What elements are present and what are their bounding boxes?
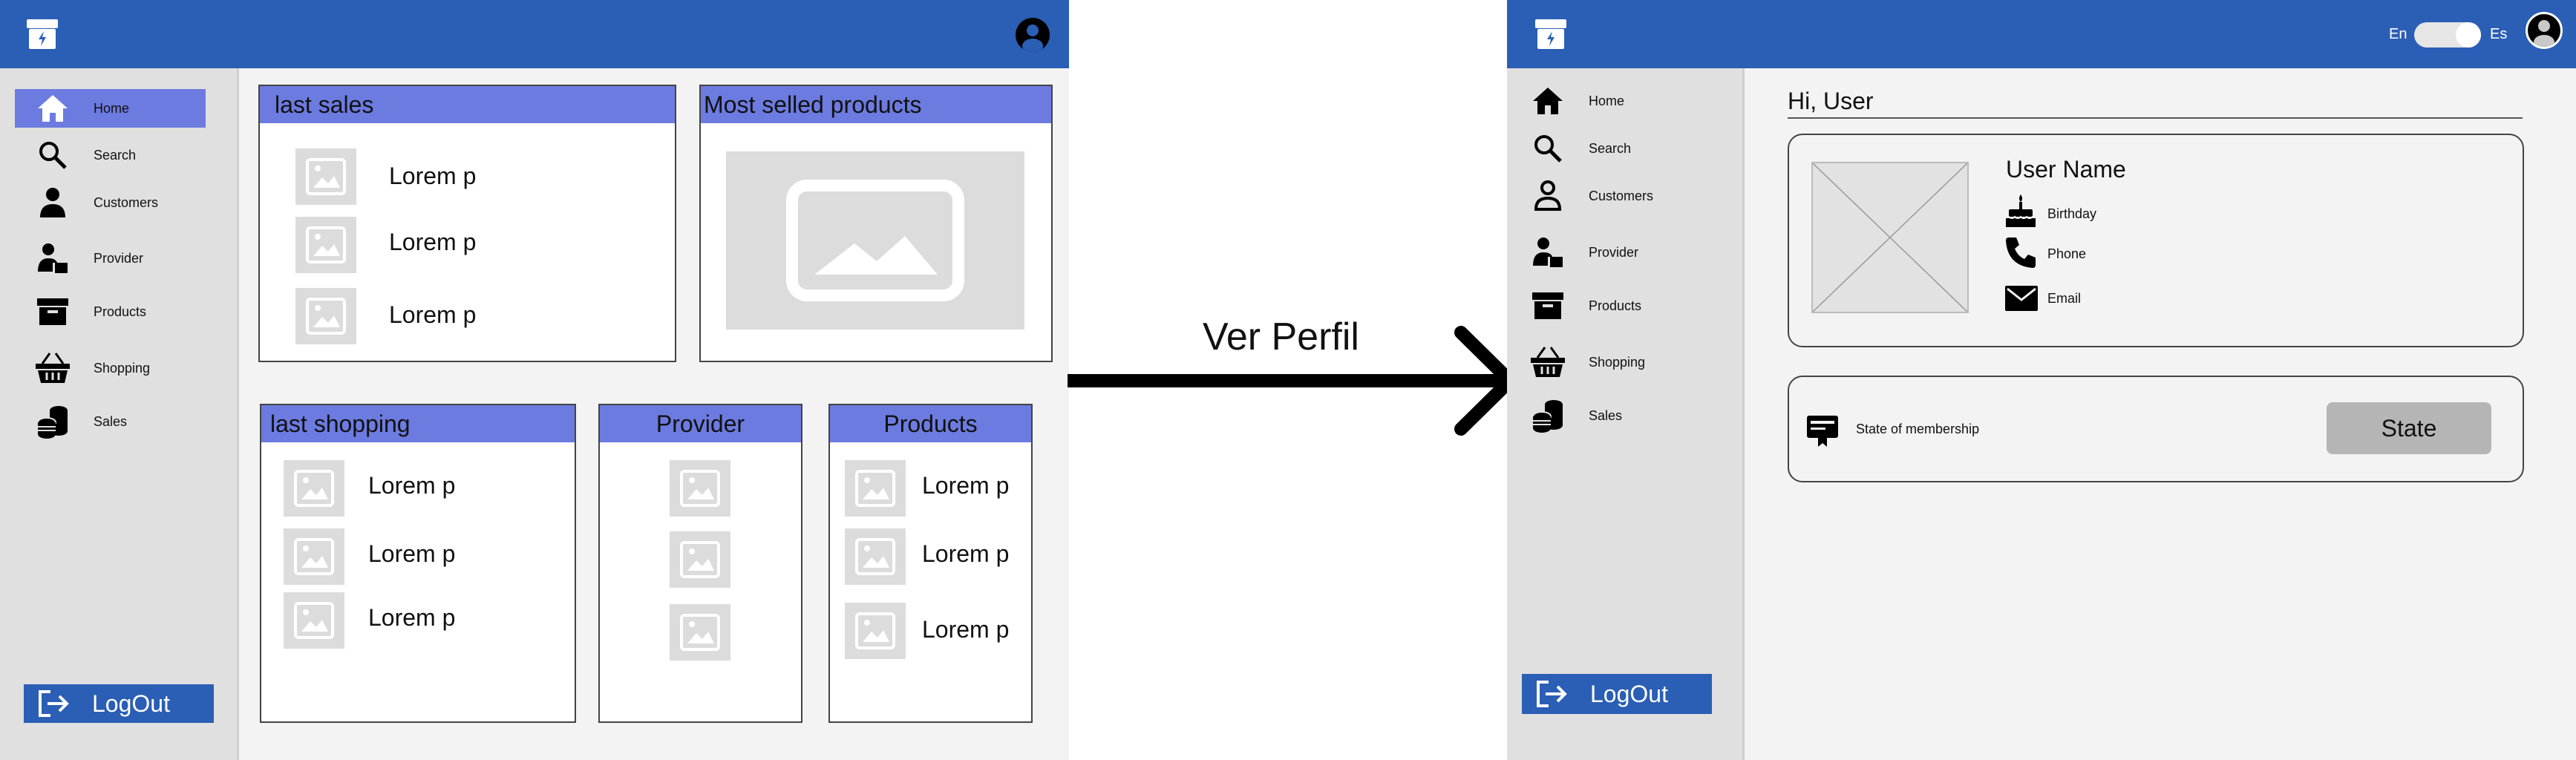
most-selled-products-card: Most selled products <box>699 85 1053 362</box>
list-item: Lorem p <box>389 163 477 189</box>
list-item: Lorem p <box>922 540 1010 567</box>
membership-card-icon <box>1805 414 1840 452</box>
envelope-icon <box>2004 285 2039 315</box>
image-placeholder-icon <box>726 151 1024 330</box>
archive-box-icon <box>34 295 71 329</box>
image-placeholder-icon <box>295 148 356 205</box>
app-logo-icon[interactable] <box>1534 16 1568 50</box>
dashboard-main: last sales Lorem p Lorem p Lorem p Most … <box>239 68 1069 760</box>
sidebar-item-customers[interactable]: Customers <box>1529 177 1653 215</box>
birthday-label: Birthday <box>2047 206 2097 221</box>
sidebar-item-provider[interactable]: Provider <box>1529 233 1638 272</box>
provider-card: Provider <box>598 404 802 723</box>
membership-label: State of membership <box>1856 422 1980 436</box>
image-placeholder-icon <box>295 217 356 273</box>
logout-icon <box>1535 680 1569 708</box>
coins-icon <box>34 404 71 439</box>
sidebar-item-provider[interactable]: Provider <box>15 239 143 278</box>
coins-icon <box>1529 399 1566 433</box>
logout-button[interactable]: LogOut <box>24 684 214 723</box>
sidebar: Home Search Customers Provider Products … <box>1507 68 1745 760</box>
list-item: Lorem p <box>389 229 477 255</box>
profile-photo-placeholder <box>1811 162 1969 313</box>
arrow-right-icon <box>1068 326 1519 436</box>
provider-icon <box>1529 235 1566 269</box>
list-item: Lorem p <box>922 616 1010 643</box>
language-toggle[interactable] <box>2414 22 2481 48</box>
archive-box-icon <box>1529 289 1566 323</box>
logout-icon <box>37 689 71 718</box>
list-item: Lorem p <box>922 472 1010 499</box>
profile-main: Hi, User User Name Birthday Phone Email … <box>1745 68 2576 760</box>
phone-icon <box>2004 236 2037 272</box>
card-title: Most selled products <box>701 86 1051 123</box>
card-title: Provider <box>600 405 801 442</box>
sidebar-item-products[interactable]: Products <box>15 292 146 331</box>
image-placeholder-icon <box>845 603 906 659</box>
sidebar-item-sales[interactable]: Sales <box>1529 396 1622 435</box>
phone-label: Phone <box>2047 246 2087 261</box>
email-label: Email <box>2047 291 2082 306</box>
sidebar-item-products[interactable]: Products <box>1529 286 1641 325</box>
right-screen: En Es Home Search Customers Provider Pro… <box>1507 0 2576 760</box>
last-shopping-card: last shopping Lorem p Lorem p Lorem p <box>260 404 576 723</box>
sidebar: Home Search Customers Provider Products … <box>0 68 239 760</box>
sidebar-item-shopping[interactable]: Shopping <box>15 349 150 387</box>
image-placeholder-icon <box>295 288 356 344</box>
top-bar: En Es <box>1507 0 2576 68</box>
home-icon <box>1529 84 1566 118</box>
image-placeholder-icon <box>284 460 344 517</box>
image-placeholder-icon <box>670 460 730 517</box>
left-screen: Home Search Customers Provider Products … <box>0 0 1069 760</box>
card-title: last sales <box>260 86 675 123</box>
list-item: Lorem p <box>368 540 456 567</box>
card-title: Products <box>830 405 1031 442</box>
logout-button[interactable]: LogOut <box>1522 674 1712 714</box>
state-button[interactable]: State <box>2327 402 2491 454</box>
last-sales-card: last sales Lorem p Lorem p Lorem p <box>258 85 676 362</box>
home-icon <box>34 91 71 125</box>
sidebar-item-home[interactable]: Home <box>15 89 206 128</box>
profile-user-name: User Name <box>2006 156 2126 183</box>
sidebar-item-sales[interactable]: Sales <box>15 402 127 441</box>
language-en-label: En <box>2389 26 2407 42</box>
cake-icon <box>2004 193 2037 232</box>
toggle-knob <box>2456 22 2481 48</box>
greeting-heading: Hi, User <box>1788 88 1874 114</box>
membership-card: State of membership State <box>1788 376 2524 482</box>
person-icon <box>34 186 71 220</box>
image-placeholder-icon <box>670 531 730 588</box>
shopping-basket-icon <box>34 351 71 385</box>
shopping-basket-icon <box>1529 345 1566 379</box>
image-placeholder-icon <box>845 528 906 585</box>
top-bar <box>0 0 1069 68</box>
greeting-underline <box>1788 117 2523 119</box>
image-placeholder-icon <box>284 592 344 649</box>
search-icon <box>1529 131 1566 166</box>
image-placeholder-icon <box>845 460 906 517</box>
sidebar-item-home[interactable]: Home <box>1529 82 1624 120</box>
user-avatar-icon[interactable] <box>1016 18 1050 52</box>
person-outline-icon <box>1529 179 1566 213</box>
image-placeholder-icon <box>284 528 344 585</box>
sidebar-item-shopping[interactable]: Shopping <box>1529 343 1645 381</box>
provider-icon <box>34 241 71 275</box>
sidebar-item-search[interactable]: Search <box>1529 129 1631 168</box>
search-icon <box>34 138 71 172</box>
user-avatar-icon[interactable] <box>2526 12 2563 49</box>
profile-card: User Name Birthday Phone Email <box>1788 134 2524 347</box>
products-card: Products Lorem p Lorem p Lorem p <box>828 404 1033 723</box>
app-logo-icon[interactable] <box>25 16 59 50</box>
image-placeholder-icon <box>670 604 730 661</box>
card-title: last shopping <box>261 405 575 442</box>
sidebar-item-search[interactable]: Search <box>15 136 136 174</box>
language-es-label: Es <box>2490 26 2508 42</box>
sidebar-item-customers[interactable]: Customers <box>15 183 158 222</box>
list-item: Lorem p <box>368 472 456 499</box>
list-item: Lorem p <box>389 301 477 328</box>
list-item: Lorem p <box>368 604 456 631</box>
